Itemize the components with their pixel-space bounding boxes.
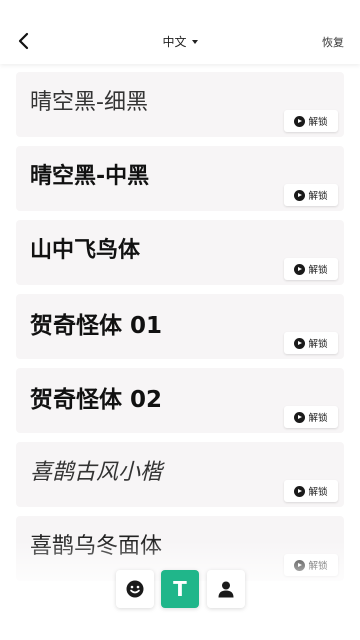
font-name: 贺奇怪体 02: [30, 387, 163, 413]
play-circle-icon: [294, 411, 306, 423]
font-card[interactable]: 山中飞鸟体 解锁: [16, 220, 344, 285]
smiley-icon: [126, 580, 144, 598]
text-tab-button[interactable]: T: [161, 570, 199, 608]
language-label: 中文: [162, 35, 187, 49]
play-circle-icon: [294, 263, 306, 275]
unlock-label: 解锁: [308, 191, 328, 202]
unlock-label: 解锁: [308, 265, 328, 276]
font-card[interactable]: 晴空黑-细黑 解锁: [16, 72, 344, 137]
profile-tab-button[interactable]: [207, 570, 245, 608]
unlock-button[interactable]: 解锁: [284, 332, 338, 354]
play-circle-icon: [294, 485, 306, 497]
font-card[interactable]: 贺奇怪体 01 解锁: [16, 294, 344, 359]
unlock-button[interactable]: 解锁: [284, 110, 338, 132]
person-icon: [218, 581, 234, 598]
font-name: 晴空黑-细黑: [30, 90, 148, 115]
font-card[interactable]: 晴空黑-中黑 解锁: [16, 146, 344, 211]
text-tab-label: T: [173, 577, 187, 601]
font-name: 山中飞鸟体: [30, 238, 141, 263]
unlock-label: 解锁: [308, 487, 328, 498]
font-name: 晴空黑-中黑: [30, 164, 150, 189]
language-selector[interactable]: 中文: [0, 33, 360, 50]
unlock-button[interactable]: 解锁: [284, 184, 338, 206]
unlock-button[interactable]: 解锁: [284, 406, 338, 428]
font-card[interactable]: 贺奇怪体 02 解锁: [16, 368, 344, 433]
play-circle-icon: [294, 189, 306, 201]
play-circle-icon: [294, 337, 306, 349]
emoji-tab-button[interactable]: [116, 570, 154, 608]
bottom-toolbar: T: [0, 570, 360, 610]
play-circle-icon: [294, 115, 306, 127]
font-card[interactable]: 喜鹊古风小楷 解锁: [16, 442, 344, 507]
restore-button[interactable]: 恢复: [322, 34, 344, 50]
font-name: 喜鹊古风小楷: [30, 460, 163, 485]
caret-down-icon: [191, 39, 198, 44]
font-name: 贺奇怪体 01: [30, 313, 163, 339]
unlock-label: 解锁: [308, 413, 328, 424]
top-bar: 中文 恢复: [0, 0, 360, 64]
unlock-label: 解锁: [308, 117, 328, 128]
unlock-label: 解锁: [308, 339, 328, 350]
unlock-button[interactable]: 解锁: [284, 258, 338, 280]
unlock-button[interactable]: 解锁: [284, 480, 338, 502]
